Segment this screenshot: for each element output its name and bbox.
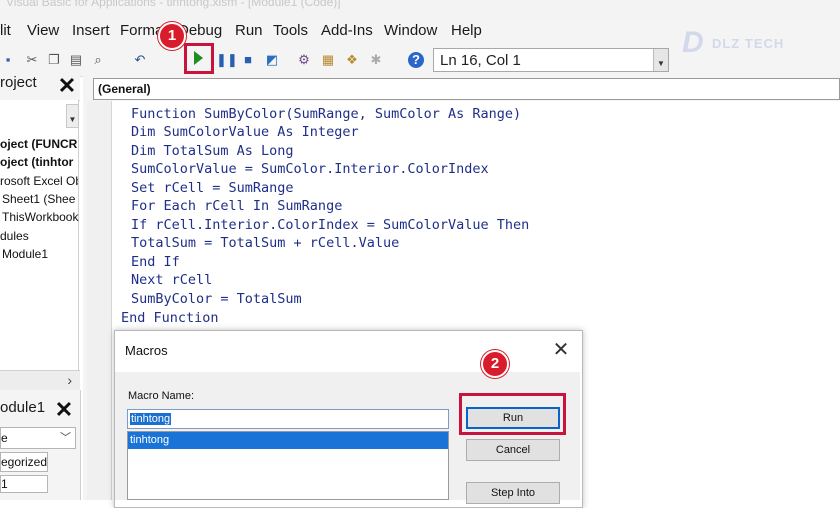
code-line: End Function	[121, 310, 219, 326]
code-line: SumByColor = TotalSum	[131, 291, 302, 307]
step-2-badge: 2	[481, 350, 509, 378]
project-panel-title: roject	[0, 74, 37, 91]
code-line: If rCell.Interior.ColorIndex = SumColorV…	[131, 217, 530, 233]
code-line: Dim SumColorValue As Integer	[131, 124, 359, 140]
pause-icon[interactable]: ❚❚	[216, 52, 238, 68]
tree-item-modules[interactable]: dules	[0, 229, 78, 243]
cursor-position-box: Ln 16, Col 1 ▼	[433, 48, 669, 72]
chevron-down-icon[interactable]: ▼	[653, 49, 668, 71]
paste-icon[interactable]: ▤	[68, 52, 84, 68]
code-line: SumColorValue = SumColor.Interior.ColorI…	[131, 161, 489, 177]
menu-edit[interactable]: lit	[0, 22, 11, 39]
code-line: Set rCell = SumRange	[131, 180, 294, 196]
chevron-right-icon[interactable]: ›	[67, 372, 72, 388]
chevron-down-icon[interactable]: ﹀	[60, 428, 71, 448]
object-combo[interactable]: (General)	[93, 78, 840, 100]
code-line: For Each rCell In SumRange	[131, 198, 343, 214]
object-browser-icon[interactable]: ❖	[344, 52, 360, 68]
run-sub-button[interactable]	[194, 51, 203, 65]
window-title: Visual Basic for Applications - tinhtong…	[6, 0, 341, 9]
design-mode-icon[interactable]: ◩	[264, 52, 280, 68]
menu-run[interactable]: Run	[235, 22, 263, 39]
tab-categorized[interactable]: egorized	[0, 452, 48, 472]
cursor-position: Ln 16, Col 1	[440, 52, 521, 69]
tree-item-excel-objects[interactable]: rosoft Excel Ob	[0, 174, 78, 188]
menu-view[interactable]: View	[27, 22, 59, 39]
menu-add-ins[interactable]: Add-Ins	[321, 22, 373, 39]
menu-window[interactable]: Window	[384, 22, 437, 39]
tree-dropdown[interactable]: ▼	[66, 104, 79, 128]
properties-object-combo[interactable]: e ﹀	[0, 427, 76, 449]
close-icon[interactable]: ✕	[551, 340, 571, 360]
dialog-title: Macros	[125, 343, 168, 358]
logo-mark: D	[682, 26, 704, 59]
help-icon[interactable]: ?	[408, 52, 424, 68]
properties-icon[interactable]: ▦	[320, 52, 336, 68]
run-button[interactable]: Run	[466, 407, 560, 429]
code-margin	[87, 101, 112, 500]
menu-help[interactable]: Help	[451, 22, 482, 39]
macro-name-value: tinhtong	[130, 413, 172, 425]
tree-item-thisworkbook[interactable]: ThisWorkbook	[2, 210, 80, 224]
tree-item-project-funcres[interactable]: oject (FUNCRI	[0, 137, 78, 151]
macro-list-item[interactable]: tinhtong	[128, 432, 448, 449]
macro-name-label: Macro Name:	[128, 390, 195, 402]
step-1-badge: 1	[158, 22, 186, 50]
close-icon[interactable]: ✕	[54, 399, 74, 421]
menu-tools[interactable]: Tools	[273, 22, 308, 39]
cut-icon[interactable]: ✂	[24, 52, 40, 68]
stop-icon[interactable]: ■	[240, 52, 256, 68]
code-line: Dim TotalSum As Long	[131, 143, 294, 159]
cancel-button[interactable]: Cancel	[466, 439, 560, 461]
project-explorer-icon[interactable]: ⚙	[296, 52, 312, 68]
tree-item-sheet1[interactable]: Sheet1 (Shee	[2, 192, 80, 206]
macro-name-input[interactable]: tinhtong	[127, 409, 449, 429]
toolbox-icon[interactable]: ✱	[368, 52, 384, 68]
save-icon[interactable]: ▪	[0, 52, 16, 68]
step-into-button[interactable]: Step Into	[466, 482, 560, 504]
tree-horizontal-scrollbar[interactable]: ›	[0, 370, 80, 391]
undo-icon[interactable]: ↶	[132, 52, 148, 68]
copy-icon[interactable]: ❐	[46, 52, 62, 68]
properties-panel-title: odule1	[0, 399, 46, 416]
window-title-bar: Visual Basic for Applications - tinhtong…	[0, 0, 840, 20]
menu-format[interactable]: Forma	[120, 22, 163, 39]
code-line: End If	[131, 254, 180, 270]
close-icon[interactable]: ✕	[57, 75, 77, 97]
tree-item-module1[interactable]: Module1	[2, 247, 80, 261]
dlz-tech-logo: D DLZ TECH	[676, 24, 796, 64]
logo-text: DLZ TECH	[712, 36, 785, 51]
code-line: Next rCell	[131, 272, 213, 288]
menu-insert[interactable]: Insert	[72, 22, 110, 39]
properties-combo-value: e	[1, 431, 8, 445]
code-line: Function SumByColor(SumRange, SumColor A…	[131, 106, 522, 122]
code-line: TotalSum = TotalSum + rCell.Value	[131, 235, 400, 251]
properties-row[interactable]: 1	[0, 475, 48, 493]
find-icon[interactable]: ⌕	[90, 52, 106, 68]
tree-item-project-tinhtong[interactable]: oject (tinhtor	[0, 155, 78, 169]
